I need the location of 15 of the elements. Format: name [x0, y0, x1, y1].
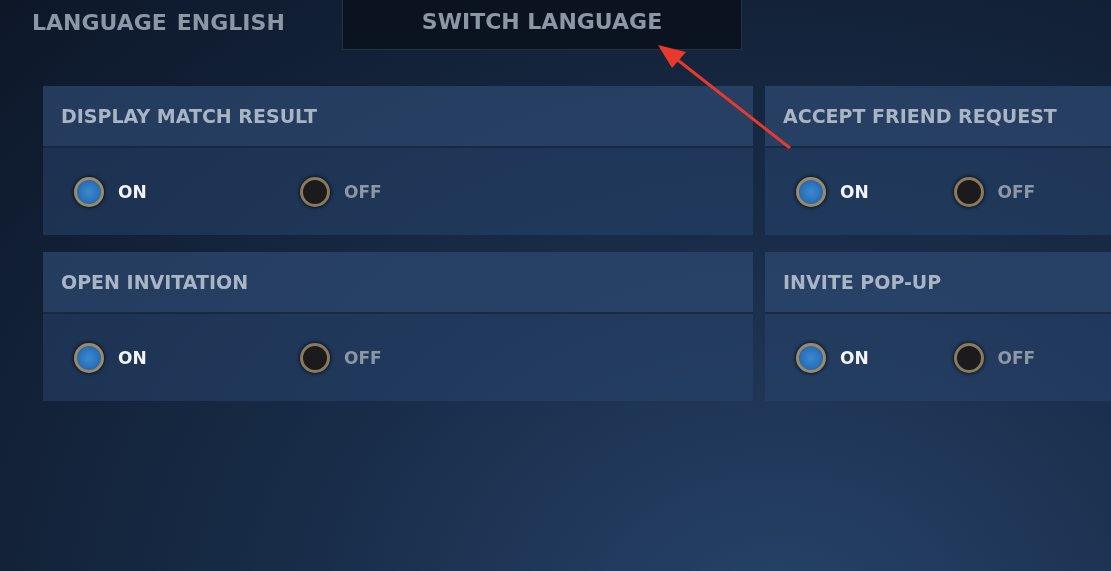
radio-option[interactable]: ON — [796, 176, 954, 207]
radio-option[interactable]: OFF — [300, 342, 526, 373]
setting-title: INVITE POP-UP — [765, 252, 1111, 314]
setting-title: DISPLAY MATCH RESULT — [43, 86, 753, 148]
language-label: LANGUAGE — [32, 9, 167, 35]
radio-option[interactable]: OFF — [953, 342, 1111, 373]
setting-title: ACCEPT FRIEND REQUEST — [765, 86, 1111, 148]
radio-option[interactable]: OFF — [300, 176, 526, 207]
switch-language-button[interactable]: SWITCH LANGUAGE — [342, 0, 742, 50]
setting-title: OPEN INVITATION — [43, 252, 753, 314]
radio-option[interactable]: ON — [74, 342, 300, 373]
language-value: ENGLISH — [176, 9, 285, 35]
radio-option[interactable]: ON — [796, 342, 954, 373]
radio-option[interactable]: ON — [74, 176, 300, 207]
radio-option[interactable]: OFF — [953, 176, 1111, 207]
